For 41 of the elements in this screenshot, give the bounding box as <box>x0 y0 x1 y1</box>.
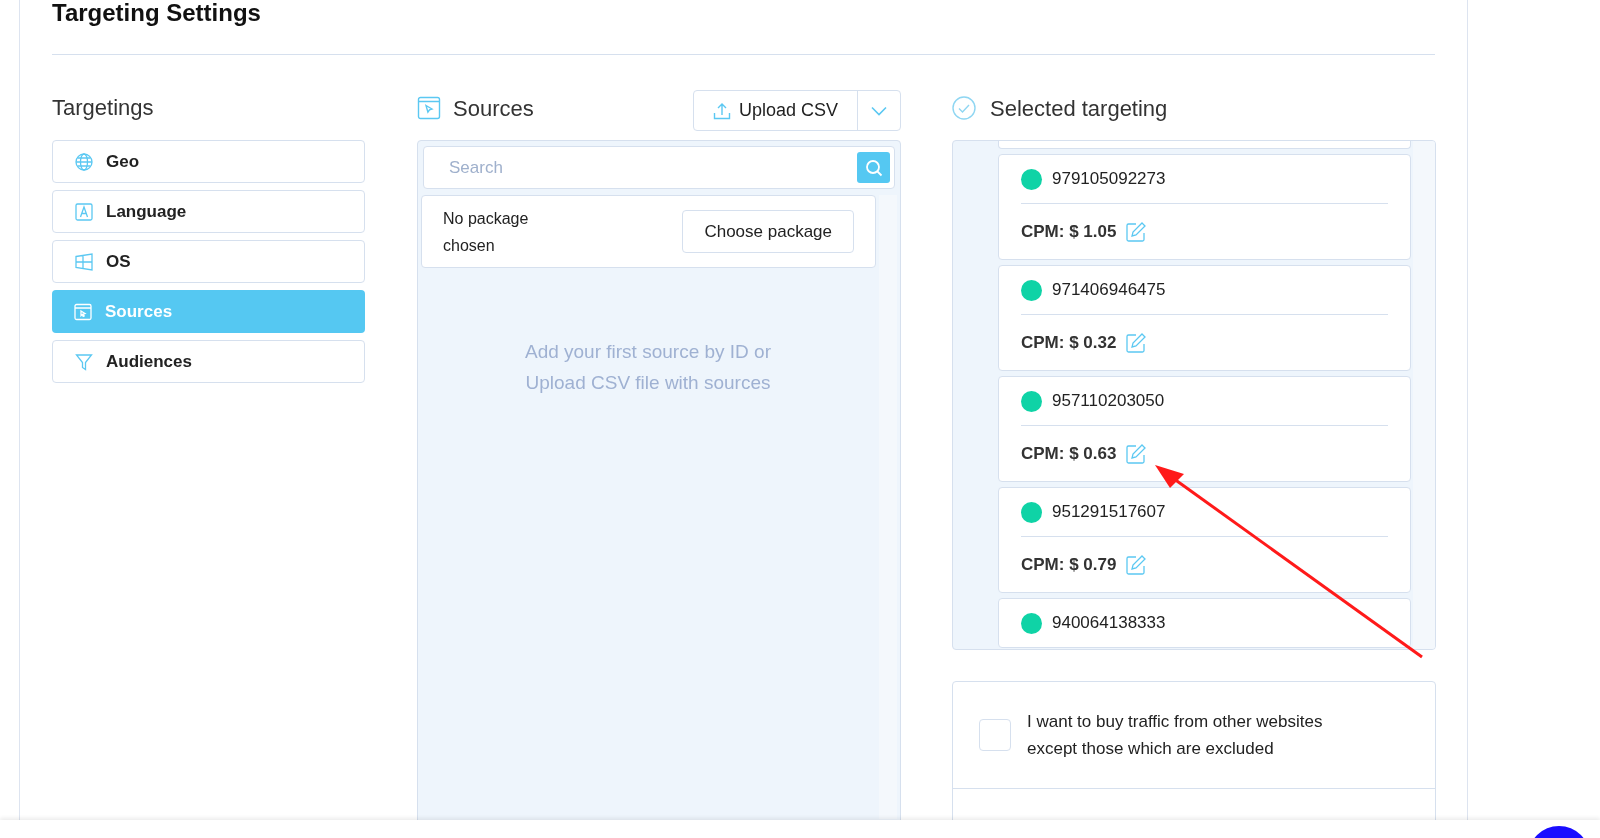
edit-icon[interactable] <box>1125 553 1148 576</box>
option-label: I want to buy traffic from other websites except those which are excluded <box>1027 711 1324 760</box>
check-circle-icon <box>952 96 976 120</box>
choose-package-button[interactable]: Choose package <box>682 210 854 253</box>
browser-icon <box>73 301 93 322</box>
cpm-value: CPM: $ 1.05 <box>1021 220 1117 243</box>
source-id: 979105092273 <box>1052 168 1166 191</box>
source-id: 940064138333 <box>1052 612 1166 635</box>
browser-cursor-icon <box>417 96 441 120</box>
empty-hint: Add your first source by ID or Upload CSV file with sources <box>523 340 772 395</box>
search-field[interactable]: Search <box>423 146 895 189</box>
package-status: No package chosen <box>443 208 530 256</box>
targeting-tab[interactable]: Audiences <box>52 340 365 383</box>
targeting-tab[interactable]: Language <box>52 190 365 233</box>
edit-icon[interactable] <box>1125 220 1148 243</box>
scrollbar-track[interactable] <box>1413 141 1435 649</box>
scrollbar-track[interactable] <box>879 195 897 819</box>
source-id: 951291517607 <box>1052 501 1166 524</box>
upload-csv-button[interactable]: Upload CSV <box>693 91 857 130</box>
upload-icon <box>712 101 731 120</box>
edit-icon[interactable] <box>1125 442 1148 465</box>
targeting-tab[interactable]: Geo <box>52 140 365 183</box>
letter-icon <box>74 201 94 222</box>
section-heading: Sources <box>453 94 534 123</box>
page-title: Targeting Settings <box>52 0 262 27</box>
windows-icon <box>74 251 94 272</box>
search-icon <box>864 158 883 177</box>
section-heading: Targetings <box>52 94 155 122</box>
edit-icon[interactable] <box>1125 331 1148 354</box>
funnel-icon <box>74 351 94 372</box>
cpm-value: CPM: $ 0.79 <box>1021 553 1117 576</box>
source-id: 971406946475 <box>1052 279 1166 302</box>
search-button[interactable] <box>857 152 890 183</box>
chevron-down-icon <box>871 105 887 116</box>
section-heading: Selected targeting <box>990 94 1168 123</box>
globe-icon <box>74 151 94 172</box>
source-id: 957110203050 <box>1052 390 1165 413</box>
cpm-value: CPM: $ 0.63 <box>1021 442 1117 465</box>
checkbox[interactable] <box>979 719 1011 751</box>
targeting-tab[interactable]: OS <box>52 240 365 283</box>
cpm-value: CPM: $ 0.32 <box>1021 331 1117 354</box>
